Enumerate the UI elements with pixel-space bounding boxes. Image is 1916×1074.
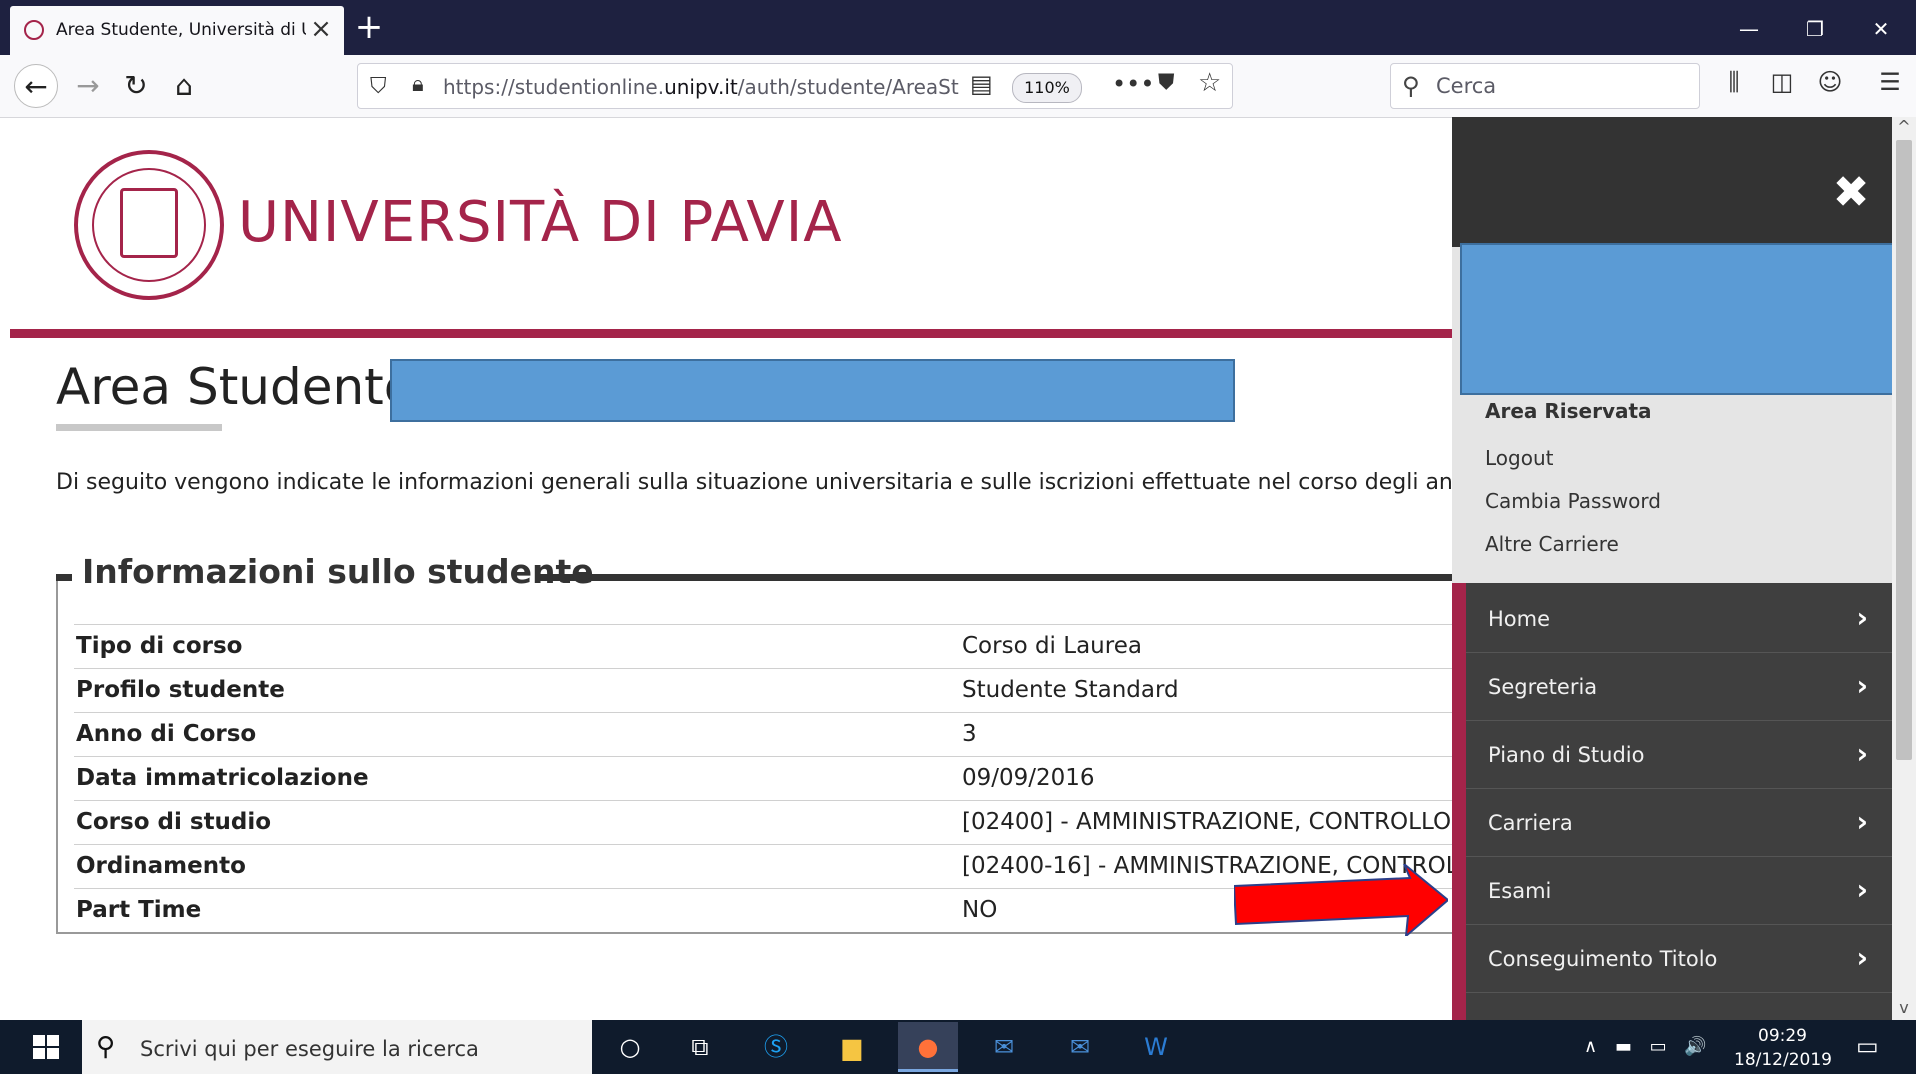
row-value: [02400] - AMMINISTRAZIONE, CONTROLLO E F bbox=[962, 809, 1494, 835]
scroll-up-icon[interactable]: ^ bbox=[1892, 117, 1916, 139]
restore-window-button[interactable]: ❐ bbox=[1790, 12, 1840, 46]
area-riservata-heading: Area Riservata bbox=[1485, 399, 1652, 423]
redacted-user-info bbox=[1460, 243, 1914, 395]
row-value: 3 bbox=[962, 721, 977, 747]
notification-center-icon[interactable]: ▭ bbox=[1856, 1032, 1879, 1060]
menu-item-conseguimento-titolo[interactable]: Conseguimento Titolo › bbox=[1466, 925, 1892, 993]
menu-item-carriera[interactable]: Carriera › bbox=[1466, 789, 1892, 857]
close-menu-icon[interactable]: ✖ bbox=[1826, 168, 1876, 218]
chevron-right-icon: › bbox=[1856, 669, 1868, 702]
account-icon[interactable]: ☺ bbox=[1810, 68, 1850, 96]
search-icon: ⚲ bbox=[1402, 72, 1420, 100]
menu-item-label: Piano di Studio bbox=[1488, 743, 1645, 767]
table-row: Data immatricolazione 09/09/2016 bbox=[74, 756, 1454, 801]
table-row: Tipo di corso Corso di Laurea bbox=[74, 624, 1454, 669]
row-label: Corso di studio bbox=[76, 809, 272, 835]
intro-text: Di seguito vengono indicate le informazi… bbox=[56, 470, 1480, 495]
row-value: NO bbox=[962, 897, 998, 923]
mail-app-icon[interactable]: ✉ bbox=[1050, 1022, 1110, 1072]
change-password-link[interactable]: Cambia Password bbox=[1485, 489, 1661, 513]
university-name: UNIVERSITÀ DI PAVIA bbox=[238, 190, 843, 255]
menu-item-esami[interactable]: Esami › bbox=[1466, 857, 1892, 925]
menu-item-label: Conseguimento Titolo bbox=[1488, 947, 1718, 971]
windows-logo-icon bbox=[33, 1035, 59, 1059]
system-tray-icons[interactable]: ∧ ▬ ▭ 🔊 bbox=[1584, 1036, 1713, 1057]
library-icon[interactable]: ⫼ bbox=[1714, 68, 1754, 96]
chevron-right-icon: › bbox=[1856, 601, 1868, 634]
skype-icon[interactable]: Ⓢ bbox=[746, 1022, 806, 1072]
minimize-window-button[interactable]: — bbox=[1724, 12, 1774, 46]
search-icon: ⚲ bbox=[96, 1032, 116, 1062]
reader-view-icon[interactable]: ▤ bbox=[970, 70, 993, 98]
back-button[interactable]: ← bbox=[14, 64, 58, 108]
lock-icon[interactable]: 🔒︎ bbox=[412, 72, 424, 97]
tab-title: Area Studente, Università di UNIPV bbox=[56, 20, 306, 40]
row-label: Profilo studente bbox=[76, 677, 285, 703]
sidebar-icon[interactable]: ◫ bbox=[1762, 68, 1802, 96]
row-value: 09/09/2016 bbox=[962, 765, 1095, 791]
header-divider bbox=[10, 329, 1454, 338]
mail-app-icon[interactable]: ✉ bbox=[974, 1022, 1034, 1072]
forward-button[interactable]: → bbox=[66, 64, 110, 108]
side-menu-accent-bar bbox=[1452, 583, 1466, 1020]
seal-emblem bbox=[120, 188, 178, 258]
page-actions-icon[interactable]: ••• bbox=[1112, 70, 1154, 98]
new-tab-button[interactable]: + bbox=[352, 10, 386, 46]
chevron-right-icon: › bbox=[1856, 805, 1868, 838]
clock-date[interactable]: 18/12/2019 bbox=[1734, 1050, 1832, 1070]
menu-item-segreteria[interactable]: Segreteria › bbox=[1466, 653, 1892, 721]
table-row: Corso di studio [02400] - AMMINISTRAZION… bbox=[74, 800, 1493, 845]
chevron-right-icon: › bbox=[1856, 941, 1868, 974]
menu-item-piano-di-studio[interactable]: Piano di Studio › bbox=[1466, 721, 1892, 789]
firefox-icon[interactable]: ● bbox=[898, 1022, 958, 1072]
scroll-down-icon[interactable]: v bbox=[1892, 998, 1916, 1020]
chevron-right-icon: › bbox=[1856, 737, 1868, 770]
row-label: Part Time bbox=[76, 897, 202, 923]
chevron-right-icon: › bbox=[1856, 873, 1868, 906]
url-text[interactable]: https://studentionline.unipv.it/auth/stu… bbox=[443, 75, 959, 99]
zoom-level-badge[interactable]: 110% bbox=[1012, 73, 1082, 103]
unipv-favicon-icon bbox=[24, 20, 44, 40]
scrollbar-thumb[interactable] bbox=[1896, 140, 1912, 760]
other-careers-link[interactable]: Altre Carriere bbox=[1485, 532, 1619, 556]
section-title: Informazioni sullo studente bbox=[82, 552, 594, 591]
page-title: Area Studente bbox=[56, 358, 415, 416]
task-view-icon[interactable]: ⧉ bbox=[670, 1022, 730, 1072]
pocket-icon[interactable]: ⛊ bbox=[1158, 70, 1175, 95]
tracking-shield-icon[interactable]: ⛉ bbox=[370, 74, 387, 99]
menu-item-label: Carriera bbox=[1488, 811, 1573, 835]
word-icon[interactable]: W bbox=[1126, 1022, 1186, 1072]
home-button[interactable]: ⌂ bbox=[162, 64, 206, 108]
table-row: Profilo studente Studente Standard bbox=[74, 668, 1454, 713]
row-label: Ordinamento bbox=[76, 853, 246, 879]
menu-hamburger-icon[interactable]: ☰ bbox=[1870, 68, 1910, 96]
close-window-button[interactable]: ✕ bbox=[1856, 12, 1906, 46]
row-label: Anno di Corso bbox=[76, 721, 257, 747]
red-arrow-annotation bbox=[1234, 864, 1448, 936]
row-value: Studente Standard bbox=[962, 677, 1179, 703]
bookmark-star-icon[interactable]: ☆ bbox=[1198, 68, 1221, 98]
fieldset-top-border bbox=[56, 574, 72, 581]
clock-time[interactable]: 09:29 bbox=[1758, 1026, 1807, 1046]
taskbar-search-placeholder: Scrivi qui per eseguire la ricerca bbox=[140, 1037, 479, 1061]
file-explorer-icon[interactable]: ▆ bbox=[822, 1022, 882, 1072]
row-label: Data immatricolazione bbox=[76, 765, 369, 791]
cortana-icon[interactable]: ○ bbox=[600, 1022, 660, 1072]
menu-item-home[interactable]: Home › bbox=[1466, 585, 1892, 653]
title-underline bbox=[56, 424, 222, 431]
reload-button[interactable]: ↻ bbox=[114, 64, 158, 108]
logout-link[interactable]: Logout bbox=[1485, 446, 1553, 470]
menu-item-label: Segreteria bbox=[1488, 675, 1598, 699]
row-label: Tipo di corso bbox=[76, 633, 243, 659]
menu-item-label: Esami bbox=[1488, 879, 1552, 903]
browser-tab[interactable]: Area Studente, Università di UNIPV × bbox=[10, 6, 344, 55]
table-row: Anno di Corso 3 bbox=[74, 712, 1454, 757]
menu-item-label: Home bbox=[1488, 607, 1551, 631]
fieldset-top-border bbox=[538, 574, 1456, 581]
redacted-student-name bbox=[390, 359, 1235, 422]
search-placeholder: Cerca bbox=[1436, 74, 1497, 98]
row-value: Corso di Laurea bbox=[962, 633, 1142, 659]
tab-close-icon[interactable]: × bbox=[306, 14, 336, 44]
